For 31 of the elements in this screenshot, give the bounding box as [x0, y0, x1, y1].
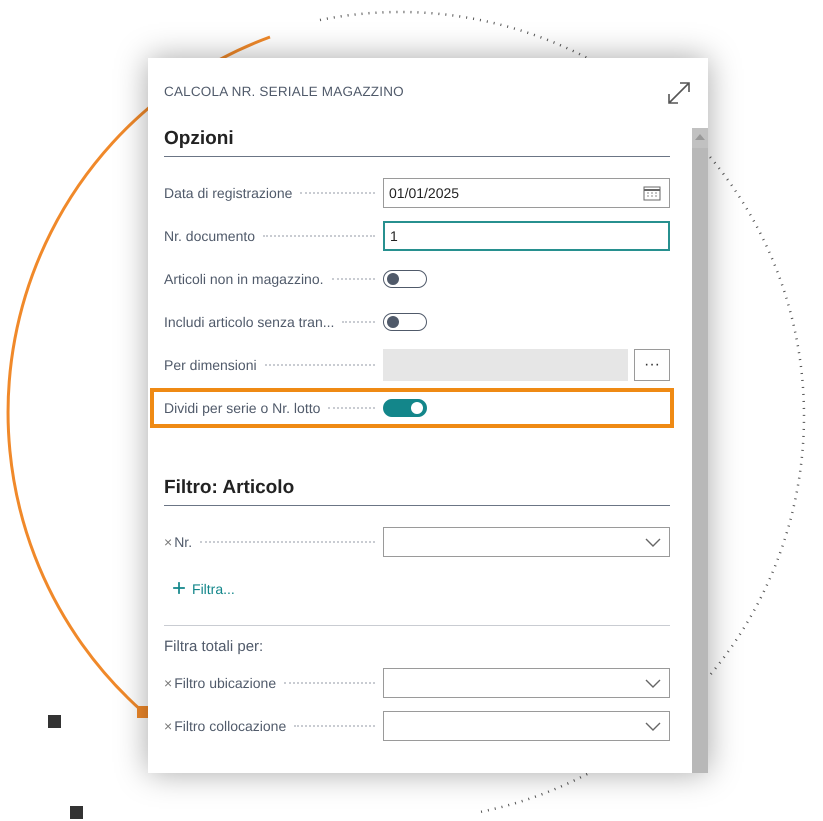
field-label: Includi articolo senza tran... [164, 314, 334, 330]
remove-filter-icon[interactable]: × [164, 675, 172, 691]
toggle-switch[interactable] [383, 313, 427, 331]
remove-filter-icon[interactable]: × [164, 718, 172, 734]
expand-icon[interactable] [666, 80, 692, 106]
field-label: Dividi per serie o Nr. lotto [164, 400, 320, 416]
section-heading: Opzioni [164, 128, 670, 157]
remove-filter-icon[interactable]: × [164, 534, 172, 550]
add-filter-link[interactable]: + Filtra... [172, 577, 235, 601]
field-label: Data di registrazione [164, 185, 292, 201]
toggle-switch[interactable] [383, 399, 427, 417]
field-label: Nr. documento [164, 228, 256, 244]
dropdown-field[interactable] [383, 711, 670, 741]
field-label: Filtro collocazione [174, 718, 286, 734]
dropdown-field[interactable] [383, 527, 670, 557]
dialog-title: CALCOLA NR. SERIALE MAGAZZINO [164, 84, 404, 98]
field-label: Nr. [174, 534, 192, 550]
field-label: Filtro ubicazione [174, 675, 276, 691]
group-label: Filtra totali per: [164, 638, 264, 655]
field-label: Articoli non in magazzino. [164, 271, 324, 287]
dropdown-field[interactable] [383, 668, 670, 698]
toggle-switch[interactable] [383, 270, 427, 288]
field-label: Per dimensioni [164, 357, 257, 373]
chevron-down-icon[interactable] [645, 678, 661, 688]
section-heading: Filtro: Articolo [164, 477, 670, 506]
date-field[interactable]: 01/01/2025 [383, 178, 670, 208]
calendar-icon[interactable] [643, 185, 661, 201]
document-number-field[interactable]: 1 [383, 221, 670, 251]
chevron-down-icon[interactable] [645, 538, 661, 546]
chevron-down-icon[interactable] [645, 722, 661, 730]
more-button[interactable]: ··· [634, 349, 670, 381]
